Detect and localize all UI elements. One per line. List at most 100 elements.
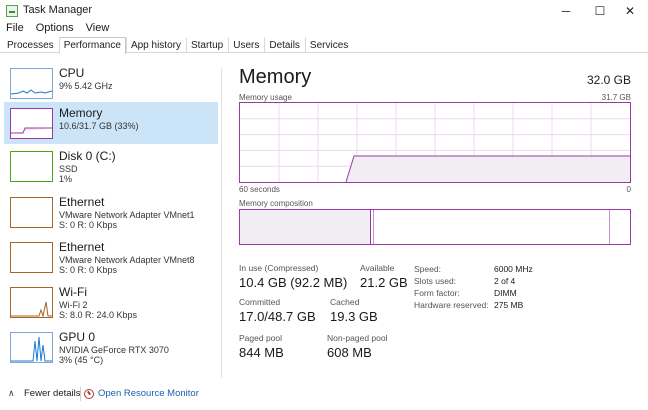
- chevron-up-icon: ∧: [8, 388, 15, 398]
- footer-separator: [80, 387, 81, 401]
- sidebar-item-label: Wi-Fi: [59, 285, 87, 299]
- sidebar-item-disk[interactable]: Disk 0 (C:) SSD 1%: [4, 145, 218, 187]
- fewer-details-label: Fewer details: [24, 388, 81, 399]
- graph-time-end: 0: [626, 185, 631, 194]
- memory-thumbnail-graph: [10, 108, 53, 139]
- composition-free-edge: [609, 210, 610, 244]
- stat-value: 19.3 GB: [330, 309, 378, 324]
- disk-thumbnail-graph: [10, 151, 53, 182]
- graph-time-start: 60 seconds: [239, 185, 280, 194]
- ethernet-thumbnail-graph: [10, 242, 53, 273]
- detail-value: 2 of 4: [494, 276, 516, 286]
- tab-users[interactable]: Users: [228, 37, 264, 53]
- stat-cached: Cached 19.3 GB: [330, 297, 378, 324]
- panel-divider: [221, 68, 222, 378]
- sidebar-item-label: Disk 0 (C:): [59, 149, 116, 163]
- sidebar-item-detail: S: 0 R: 0 Kbps: [59, 220, 118, 230]
- tab-services[interactable]: Services: [304, 37, 353, 53]
- title-bar: Task Manager ─ ☐ ✕: [0, 0, 648, 22]
- memory-usage-label: Memory usage: [239, 93, 292, 102]
- detail-value: DIMM: [494, 288, 517, 298]
- sidebar-item-detail: SSD: [59, 164, 78, 174]
- memory-composition-label: Memory composition: [239, 199, 313, 208]
- tab-bar: Processes Performance App history Startu…: [0, 37, 648, 54]
- sidebar-item-memory[interactable]: Memory 10.6/31.7 GB (33%): [4, 102, 218, 144]
- open-resource-monitor-label: Open Resource Monitor: [98, 388, 199, 399]
- performance-sidebar: CPU 9% 5.42 GHz Memory 10.6/31.7 GB (33%…: [0, 54, 220, 378]
- detail-key: Speed:: [414, 264, 441, 274]
- stat-value: 844 MB: [239, 345, 284, 360]
- stat-label: Committed: [239, 297, 281, 307]
- detail-value: 275 MB: [494, 300, 524, 310]
- sidebar-item-detail: 10.6/31.7 GB (33%): [59, 121, 139, 131]
- sidebar-item-ethernet-vmnet1[interactable]: Ethernet VMware Network Adapter VMnet1 S…: [4, 191, 218, 233]
- memory-composition-bar: [239, 209, 631, 245]
- sidebar-item-detail: VMware Network Adapter VMnet8: [59, 255, 195, 265]
- menu-options[interactable]: Options: [30, 22, 80, 36]
- fewer-details-button[interactable]: ∧ Fewer details: [8, 388, 81, 399]
- window-title: Task Manager: [23, 4, 93, 16]
- tab-details[interactable]: Details: [264, 37, 305, 53]
- sidebar-item-detail: Wi-Fi 2: [59, 300, 88, 310]
- sidebar-item-label: GPU 0: [59, 330, 96, 344]
- gpu-sparkline: [11, 336, 52, 362]
- cpu-sparkline: [11, 89, 52, 95]
- stat-value: 10.4 GB (92.2 MB): [239, 275, 348, 290]
- stat-label: In use (Compressed): [239, 263, 319, 273]
- sidebar-item-label: Ethernet: [59, 195, 105, 209]
- sidebar-item-cpu[interactable]: CPU 9% 5.42 GHz: [4, 62, 218, 104]
- sidebar-item-detail: NVIDIA GeForce RTX 3070: [59, 345, 169, 355]
- sidebar-item-detail: S: 0 R: 0 Kbps: [59, 265, 118, 275]
- memory-usage-graph: [239, 102, 631, 183]
- detail-value: 6000 MHz: [494, 264, 533, 274]
- tab-performance[interactable]: Performance: [58, 37, 126, 54]
- tab-startup[interactable]: Startup: [185, 37, 228, 53]
- resource-monitor-icon: [84, 388, 94, 399]
- sidebar-item-wifi[interactable]: Wi-Fi Wi-Fi 2 S: 8.0 R: 24.0 Kbps: [4, 281, 218, 323]
- sidebar-item-ethernet-vmnet8[interactable]: Ethernet VMware Network Adapter VMnet8 S…: [4, 236, 218, 278]
- memory-panel: Memory 32.0 GB Memory usage 31.7 GB 60 s…: [230, 54, 640, 378]
- stat-value: 608 MB: [327, 345, 372, 360]
- maximize-button[interactable]: ☐: [584, 0, 616, 22]
- stat-paged-pool: Paged pool 844 MB: [239, 333, 284, 360]
- tab-processes[interactable]: Processes: [2, 37, 59, 53]
- stat-label: Non-paged pool: [327, 333, 388, 343]
- menu-view[interactable]: View: [80, 22, 116, 36]
- wifi-sparkline: [11, 301, 52, 317]
- stat-non-paged-pool: Non-paged pool 608 MB: [327, 333, 388, 360]
- open-resource-monitor-link[interactable]: Open Resource Monitor: [84, 388, 199, 399]
- sidebar-item-label: CPU: [59, 66, 85, 80]
- stat-available: Available 21.2 GB: [360, 263, 408, 290]
- sidebar-item-detail: 3% (45 °C): [59, 355, 104, 365]
- sidebar-item-detail: S: 8.0 R: 24.0 Kbps: [59, 310, 138, 320]
- ethernet-thumbnail-graph: [10, 197, 53, 228]
- footer-bar: ∧ Fewer details Open Resource Monitor: [0, 380, 648, 410]
- stat-value: 21.2 GB: [360, 275, 408, 290]
- minimize-button[interactable]: ─: [550, 0, 582, 22]
- sidebar-item-label: Memory: [59, 106, 103, 120]
- task-manager-app-icon: [6, 5, 18, 17]
- sidebar-item-gpu[interactable]: GPU 0 NVIDIA GeForce RTX 3070 3% (45 °C): [4, 326, 218, 368]
- close-button[interactable]: ✕: [614, 0, 646, 22]
- menu-file[interactable]: File: [0, 22, 30, 36]
- menu-bar: File Options View: [0, 22, 115, 36]
- stat-label: Available: [360, 263, 395, 273]
- stat-value: 17.0/48.7 GB: [239, 309, 316, 324]
- stat-committed: Committed 17.0/48.7 GB: [239, 297, 316, 324]
- memory-sparkline: [11, 127, 52, 134]
- detail-key: Slots used:: [414, 276, 457, 286]
- sidebar-item-label: Ethernet: [59, 240, 105, 254]
- stat-label: Paged pool: [239, 333, 283, 343]
- memory-usage-plot: [240, 103, 630, 183]
- memory-usage-max: 31.7 GB: [601, 93, 631, 102]
- gpu-thumbnail-graph: [10, 332, 53, 363]
- wifi-thumbnail-graph: [10, 287, 53, 318]
- stat-in-use: In use (Compressed) 10.4 GB (92.2 MB): [239, 263, 347, 290]
- sidebar-item-detail: 1%: [59, 174, 73, 184]
- tab-app-history[interactable]: App history: [125, 37, 186, 53]
- sidebar-item-detail: 9% 5.42 GHz: [59, 81, 113, 91]
- page-title: Memory: [239, 66, 312, 88]
- cpu-thumbnail-graph: [10, 68, 53, 99]
- memory-total: 32.0 GB: [586, 73, 631, 87]
- composition-in-use-segment: [240, 210, 371, 244]
